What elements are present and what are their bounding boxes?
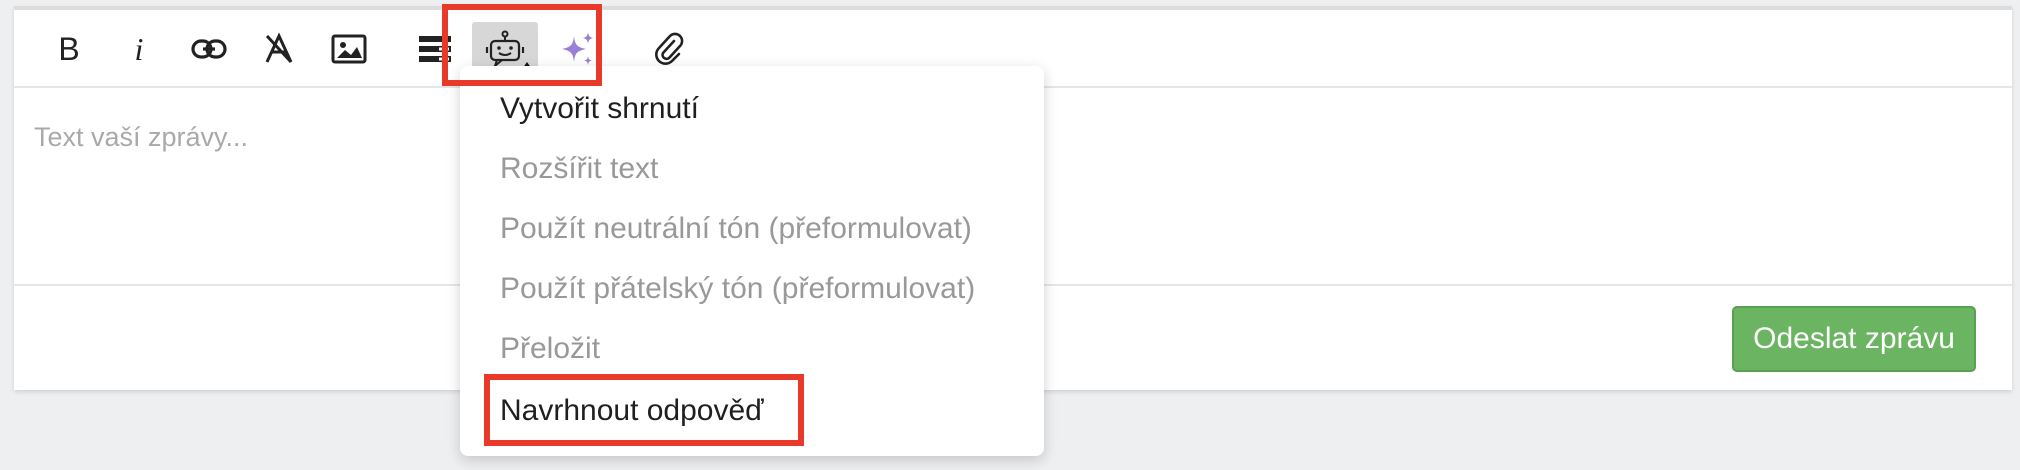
bold-button[interactable]: B [44, 22, 94, 76]
italic-button[interactable]: i [114, 22, 164, 76]
clear-format-button[interactable] [254, 22, 304, 76]
link-button[interactable] [184, 22, 234, 76]
highlight-ai-button [442, 4, 602, 86]
link-icon [191, 39, 227, 59]
menu-item-expand-text: Rozšířit text [500, 152, 659, 185]
menu-item-friendly-tone: Použít přátelský tón (přeformulovat) [500, 272, 976, 305]
paperclip-icon [655, 32, 684, 65]
clear-format-icon [265, 32, 293, 64]
image-icon [331, 34, 367, 64]
send-message-button[interactable]: Odeslat zprávu [1732, 306, 1976, 372]
menu-item-translate: Přeložit [500, 332, 601, 365]
menu-item-neutral-tone: Použít neutrální tón (přeformulovat) [500, 212, 972, 245]
insert-image-button[interactable] [324, 22, 374, 76]
highlight-suggest-reply [484, 374, 804, 446]
message-placeholder: Text vaší zprávy... [34, 122, 249, 152]
menu-item-create-summary[interactable]: Vytvořit shrnutí [500, 92, 699, 126]
